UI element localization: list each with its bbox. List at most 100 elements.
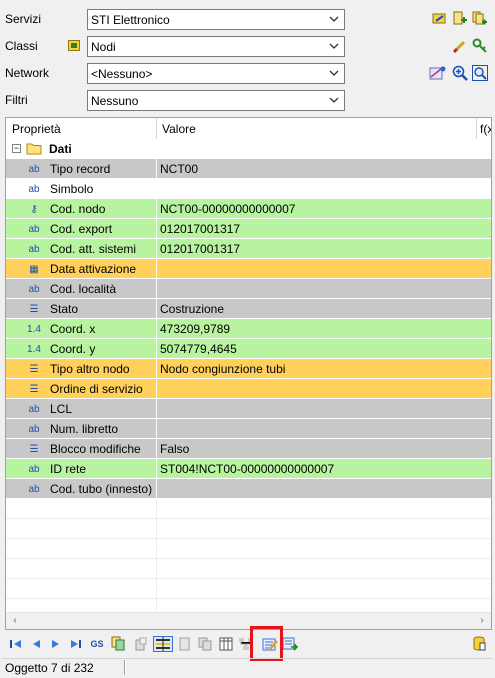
class-filter-icon[interactable] <box>68 40 80 51</box>
filtri-select[interactable]: Nessuno <box>87 90 345 111</box>
next-record-icon[interactable] <box>48 636 64 652</box>
column-divider <box>156 219 157 239</box>
scroll-right-icon[interactable]: › <box>475 615 489 627</box>
property-name: Cod. nodo <box>50 202 106 216</box>
property-grid[interactable]: Proprietà Valore f(x − Dati ab Tipo recor… <box>5 117 492 630</box>
property-row[interactable]: ☰ Tipo altro nodo Nodo congiunzione tubi <box>6 359 491 379</box>
property-value[interactable]: 012017001317 <box>160 222 240 236</box>
number-type-icon: 1.4 <box>27 343 41 355</box>
group-row-dati[interactable]: − Dati <box>6 139 491 159</box>
column-divider <box>156 159 157 179</box>
property-row[interactable]: ab Simbolo <box>6 179 491 199</box>
add-copy-icon[interactable] <box>471 10 489 28</box>
property-row[interactable]: 1.4 Coord. x 473209,9789 <box>6 319 491 339</box>
text-type-icon: ab <box>28 403 40 415</box>
property-value[interactable]: NCT00-00000000000007 <box>160 202 295 216</box>
column-divider <box>156 239 157 259</box>
last-record-icon[interactable] <box>68 636 84 652</box>
folder-icon <box>26 143 42 155</box>
property-name: Coord. y <box>50 342 96 356</box>
column-header-value[interactable]: Valore <box>162 122 196 136</box>
column-header-property[interactable]: Proprietà <box>12 122 61 136</box>
property-row[interactable]: ab Cod. località <box>6 279 491 299</box>
empty-row <box>6 499 491 519</box>
table-view-icon[interactable] <box>218 636 234 652</box>
servizi-label: Servizi <box>5 12 42 26</box>
column-divider <box>156 439 157 459</box>
list-type-icon: ☰ <box>29 383 39 395</box>
network-label: Network <box>5 66 50 80</box>
text-type-icon: ab <box>28 183 40 195</box>
duplicate-record-icon[interactable] <box>197 636 213 652</box>
property-row[interactable]: ab Cod. tubo (innesto) <box>6 479 491 499</box>
key-tool-icon[interactable] <box>471 37 489 55</box>
property-row[interactable]: ☰ Ordine di servizio <box>6 379 491 399</box>
zoom-in-icon[interactable] <box>451 64 469 82</box>
column-divider <box>156 359 157 379</box>
property-row[interactable]: ab LCL <box>6 399 491 419</box>
classi-label: Classi <box>5 39 38 53</box>
property-value[interactable]: NCT00 <box>160 162 198 176</box>
add-item-icon[interactable] <box>451 10 469 28</box>
property-name: Cod. tubo (innesto) <box>50 482 153 496</box>
column-divider <box>156 419 157 439</box>
column-divider <box>156 339 157 359</box>
delete-record-icon[interactable] <box>133 636 149 652</box>
link-service-icon[interactable] <box>431 10 449 28</box>
previous-record-icon[interactable] <box>28 636 44 652</box>
status-record-counter: Oggetto 7 di 232 <box>5 661 94 675</box>
gs-button[interactable]: GS <box>89 636 105 652</box>
property-row[interactable]: ☰ Blocco modifiche Falso <box>6 439 491 459</box>
property-value[interactable]: 473209,9789 <box>160 322 230 336</box>
property-row[interactable]: 1.4 Coord. y 5074779,4645 <box>6 339 491 359</box>
property-row[interactable]: ab Tipo record NCT00 <box>6 159 491 179</box>
classi-select[interactable]: Nodi <box>87 36 345 57</box>
scroll-left-icon[interactable]: ‹ <box>8 615 22 627</box>
property-row[interactable]: ▦ Data attivazione <box>6 259 491 279</box>
column-divider <box>156 299 157 319</box>
chevron-down-icon <box>329 43 339 49</box>
key-icon: ⚷ <box>30 203 38 215</box>
servizi-value: STI Elettronico <box>91 13 170 27</box>
paste-record-icon[interactable] <box>177 636 193 652</box>
property-row[interactable]: ab ID rete ST004!NCT00-00000000000007 <box>6 459 491 479</box>
property-value[interactable]: Costruzione <box>160 302 224 316</box>
classi-value: Nodi <box>91 40 116 54</box>
property-value[interactable]: Falso <box>160 442 189 456</box>
map-select-icon[interactable] <box>429 64 447 82</box>
number-type-icon: 1.4 <box>27 323 41 335</box>
status-divider <box>124 660 126 675</box>
group-label: Dati <box>49 142 72 156</box>
edit-wand-icon[interactable] <box>451 37 469 55</box>
property-row[interactable]: ⚷ Cod. nodo NCT00-00000000000007 <box>6 199 491 219</box>
list-type-icon: ☰ <box>29 443 39 455</box>
property-name: Num. libretto <box>50 422 119 436</box>
info-database-icon[interactable] <box>471 636 487 652</box>
property-name: Tipo record <box>50 162 111 176</box>
copy-record-icon[interactable] <box>111 636 127 652</box>
property-row[interactable]: ab Cod. export 012017001317 <box>6 219 491 239</box>
export-data-icon[interactable] <box>282 636 298 652</box>
zoom-extent-icon[interactable] <box>471 64 489 82</box>
text-type-icon: ab <box>28 283 40 295</box>
property-value[interactable]: ST004!NCT00-00000000000007 <box>160 462 334 476</box>
network-select[interactable]: <Nessuno> <box>87 63 345 84</box>
filtri-label: Filtri <box>5 93 28 107</box>
property-row[interactable]: ab Num. libretto <box>6 419 491 439</box>
align-rows-icon[interactable] <box>153 636 173 652</box>
property-value[interactable]: Nodo congiunzione tubi <box>160 362 285 376</box>
collapse-toggle[interactable]: − <box>12 144 21 153</box>
servizi-select[interactable]: STI Elettronico <box>87 9 345 30</box>
property-value[interactable]: 012017001317 <box>160 242 240 256</box>
horizontal-scrollbar[interactable]: ‹ › <box>6 612 491 629</box>
property-value[interactable]: 5074779,4645 <box>160 342 237 356</box>
property-row[interactable]: ☰ Stato Costruzione <box>6 299 491 319</box>
first-record-icon[interactable] <box>8 636 24 652</box>
list-type-icon: ☰ <box>29 363 39 375</box>
column-header-formula[interactable]: f(x <box>480 122 491 136</box>
property-row[interactable]: ab Cod. att. sistemi 012017001317 <box>6 239 491 259</box>
text-type-icon: ab <box>28 463 40 475</box>
column-divider <box>156 259 157 279</box>
text-type-icon: ab <box>28 223 40 235</box>
empty-row <box>6 539 491 559</box>
